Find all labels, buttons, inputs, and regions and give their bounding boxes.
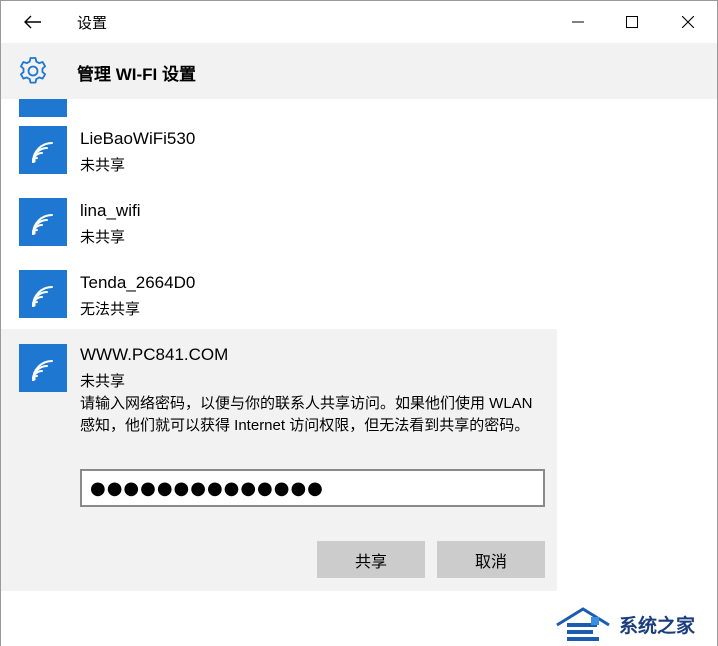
- maximize-button[interactable]: [609, 5, 655, 39]
- back-arrow-icon: [24, 15, 41, 29]
- wifi-icon: [19, 126, 67, 174]
- settings-window: 设置 管理 WI-FI 设置 LieBaoWiFi530 未共享 lina_wi…: [0, 0, 718, 646]
- wifi-icon: [19, 270, 67, 318]
- wifi-icon: [19, 198, 67, 246]
- network-ssid: WWW.PC841.COM: [80, 345, 229, 364]
- network-status: 无法共享: [80, 301, 141, 318]
- cancel-button[interactable]: 取消: [437, 541, 545, 578]
- network-ssid: LieBaoWiFi530: [80, 129, 196, 148]
- app-title: 设置: [77, 15, 108, 32]
- selected-network-item[interactable]: WWW.PC841.COM 未共享 请输入网络密码，以便与你的联系人共享访问。如…: [1, 329, 557, 591]
- network-list[interactable]: LieBaoWiFi530 未共享 lina_wifi 未共享 Tenda_26…: [1, 99, 717, 646]
- network-ssid: Tenda_2664D0: [80, 273, 196, 292]
- network-item[interactable]: LieBaoWiFi530 未共享: [1, 121, 557, 193]
- minimize-icon: [572, 21, 584, 23]
- watermark-text: 系统之家: [619, 616, 696, 637]
- page-header: 管理 WI-FI 设置: [1, 43, 717, 99]
- network-item[interactable]: lina_wifi 未共享: [1, 193, 557, 265]
- network-status: 未共享: [80, 157, 126, 174]
- network-status: 未共享: [80, 373, 126, 390]
- network-item[interactable]: Tenda_2664D0 无法共享: [1, 265, 557, 337]
- wifi-icon: [19, 344, 67, 392]
- close-icon: [682, 16, 694, 28]
- watermark-logo: 系统之家: [553, 601, 718, 645]
- gear-icon: [20, 57, 46, 84]
- minimize-button[interactable]: [555, 5, 601, 39]
- house-logo-icon: [556, 607, 610, 641]
- close-button[interactable]: [665, 5, 711, 39]
- share-description: 请输入网络密码，以便与你的联系人共享访问。如果他们使用 WLAN 感知，他们就可…: [80, 395, 533, 434]
- network-status: 未共享: [80, 229, 126, 246]
- back-button[interactable]: [15, 7, 51, 37]
- wifi-icon: [19, 99, 67, 117]
- title-bar: 设置: [1, 1, 717, 43]
- password-input[interactable]: [80, 469, 545, 507]
- maximize-icon: [626, 16, 638, 28]
- page-title: 管理 WI-FI 设置: [77, 65, 196, 84]
- network-ssid: lina_wifi: [80, 201, 141, 220]
- share-button[interactable]: 共享: [317, 541, 425, 578]
